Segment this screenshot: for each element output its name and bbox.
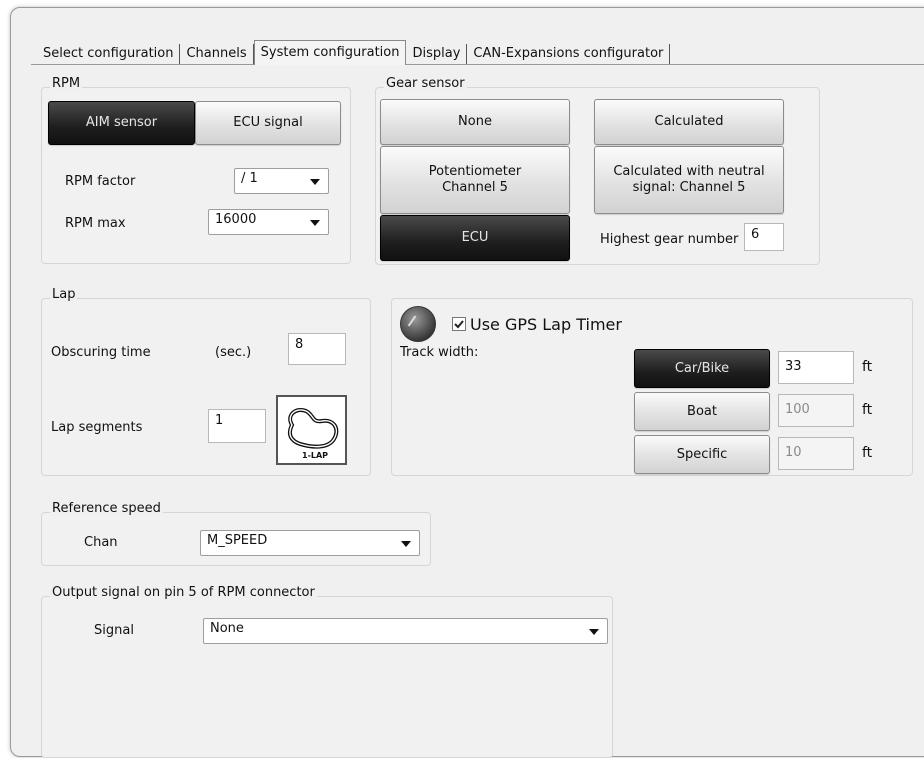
reference-speed-group-title: Reference speed (50, 501, 163, 516)
gear-sensor-group: Gear sensor None Calculated Potentiomete… (375, 76, 820, 265)
track-width-label: Track width: (400, 345, 479, 360)
lap-track-icon[interactable]: 1-LAP (276, 395, 347, 465)
highest-gear-input[interactable]: 6 (744, 223, 784, 251)
lap-segments-label: Lap segments (51, 420, 143, 435)
specific-unit: ft (862, 445, 873, 461)
specific-button[interactable]: Specific (634, 435, 770, 474)
rpm-max-select[interactable]: 16000 (208, 209, 329, 235)
reference-speed-select[interactable]: M_SPEED (200, 530, 420, 556)
gear-potentiometer-button[interactable]: Potentiometer Channel 5 (380, 146, 570, 214)
gear-ecu-button[interactable]: ECU (380, 215, 570, 261)
boat-button[interactable]: Boat (634, 392, 770, 431)
boat-unit: ft (862, 402, 873, 418)
rpm-factor-value: / 1 (241, 171, 258, 186)
config-window: Select configuration Channels System con… (10, 7, 924, 758)
gear-none-button[interactable]: None (380, 99, 570, 145)
tab-divider (31, 64, 924, 65)
gps-status-icon (400, 306, 436, 342)
tab-channels[interactable]: Channels (180, 44, 254, 64)
chevron-down-icon (589, 629, 599, 635)
chevron-down-icon (310, 179, 320, 185)
tab-display[interactable]: Display (406, 44, 468, 64)
obscuring-time-unit: (sec.) (215, 345, 252, 360)
output-signal-value: None (210, 621, 244, 636)
gear-calculated-neutral-button[interactable]: Calculated with neutral signal: Channel … (594, 146, 784, 214)
car-bike-width-input[interactable]: 33 (778, 351, 854, 384)
track-outline-icon: 1-LAP (287, 408, 339, 460)
rpm-factor-select[interactable]: / 1 (234, 168, 329, 194)
chan-label: Chan (84, 535, 118, 550)
tab-can-expansions-configurator[interactable]: CAN-Expansions configurator (467, 44, 671, 64)
rpm-max-value: 16000 (215, 212, 257, 227)
lap-group: Lap Obscuring time (sec.) 8 Lap segments… (41, 287, 371, 476)
boat-width-input[interactable]: 100 (778, 394, 854, 427)
reference-speed-value: M_SPEED (207, 533, 268, 548)
output-signal-select[interactable]: None (203, 618, 608, 644)
aim-sensor-button[interactable]: AIM sensor (48, 101, 195, 145)
gps-group: Use GPS Lap Timer Track width: Car/Bike … (391, 298, 913, 476)
gear-calculated-button[interactable]: Calculated (594, 99, 784, 145)
use-gps-checkbox[interactable] (452, 317, 466, 331)
obscuring-time-label: Obscuring time (51, 345, 151, 360)
rpm-max-label: RPM max (65, 216, 126, 231)
chevron-down-icon (401, 541, 411, 547)
tab-select-configuration[interactable]: Select configuration (37, 44, 181, 64)
ecu-signal-button[interactable]: ECU signal (195, 101, 341, 145)
obscuring-time-input[interactable]: 8 (288, 333, 346, 365)
car-bike-unit: ft (862, 359, 873, 375)
lap-icon-text: 1-LAP (302, 451, 328, 460)
tab-system-configuration[interactable]: System configuration (253, 40, 407, 65)
signal-label: Signal (94, 623, 134, 638)
checkmark-icon (454, 320, 464, 329)
car-bike-button[interactable]: Car/Bike (634, 349, 770, 388)
rpm-group-title: RPM (50, 76, 83, 91)
chevron-down-icon (310, 220, 320, 226)
lap-group-title: Lap (50, 287, 78, 302)
reference-speed-group: Reference speed Chan M_SPEED (41, 501, 431, 566)
highest-gear-label: Highest gear number (600, 232, 739, 247)
rpm-group: RPM AIM sensor ECU signal RPM factor / 1… (41, 76, 351, 264)
lap-segments-input[interactable]: 1 (208, 409, 266, 443)
output-signal-group: Output signal on pin 5 of RPM connector … (41, 585, 613, 758)
output-signal-group-title: Output signal on pin 5 of RPM connector (50, 585, 317, 600)
use-gps-label: Use GPS Lap Timer (470, 315, 622, 334)
rpm-factor-label: RPM factor (65, 174, 136, 189)
tab-bar: Select configuration Channels System con… (37, 38, 671, 65)
gear-sensor-group-title: Gear sensor (384, 76, 467, 91)
specific-width-input[interactable]: 10 (778, 437, 854, 470)
